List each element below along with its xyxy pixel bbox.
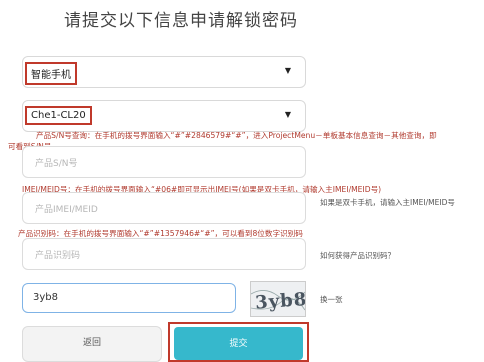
captcha-refresh-link[interactable]: 换一张: [320, 294, 343, 305]
sn-input[interactable]: 产品S/N号: [22, 146, 306, 178]
model-value: Che1-CL20: [25, 106, 92, 125]
captcha-text: 3yb8: [254, 289, 305, 314]
submit-button[interactable]: 提交: [174, 327, 303, 360]
chevron-down-icon: ▼: [284, 110, 291, 119]
id-code-placeholder: 产品识别码: [35, 251, 81, 261]
how-to-get-id-link[interactable]: 如何获得产品识别码？: [320, 250, 395, 261]
submit-button-highlight: 提交: [168, 322, 309, 362]
captcha-image: 3yb8: [250, 281, 306, 317]
id-code-input[interactable]: 产品识别码: [22, 238, 306, 270]
imei-input[interactable]: 产品IMEI/MEID: [22, 192, 306, 224]
back-button[interactable]: 返回: [22, 326, 162, 362]
imei-side-note: 如果是双卡手机，请输入主IMEI/MEID号: [320, 198, 455, 207]
device-type-value: 智能手机: [25, 62, 77, 85]
chevron-down-icon: ▼: [284, 66, 291, 75]
sn-hint: 产品S/N号查询：在手机的拨号界面输入“#”#2846579#“#”，进入Pro…: [36, 131, 437, 140]
captcha-graphic: 3yb8: [251, 289, 305, 314]
imei-input-placeholder: 产品IMEI/MEID: [35, 205, 98, 215]
captcha-input-value: 3yb8: [33, 292, 58, 303]
page-title: 请提交以下信息申请解锁密码: [64, 11, 298, 31]
sn-input-placeholder: 产品S/N号: [35, 159, 78, 169]
device-type-select[interactable]: 智能手机 ▼: [22, 56, 306, 88]
model-select[interactable]: Che1-CL20 ▼: [22, 100, 306, 132]
captcha-input[interactable]: 3yb8: [22, 283, 236, 313]
